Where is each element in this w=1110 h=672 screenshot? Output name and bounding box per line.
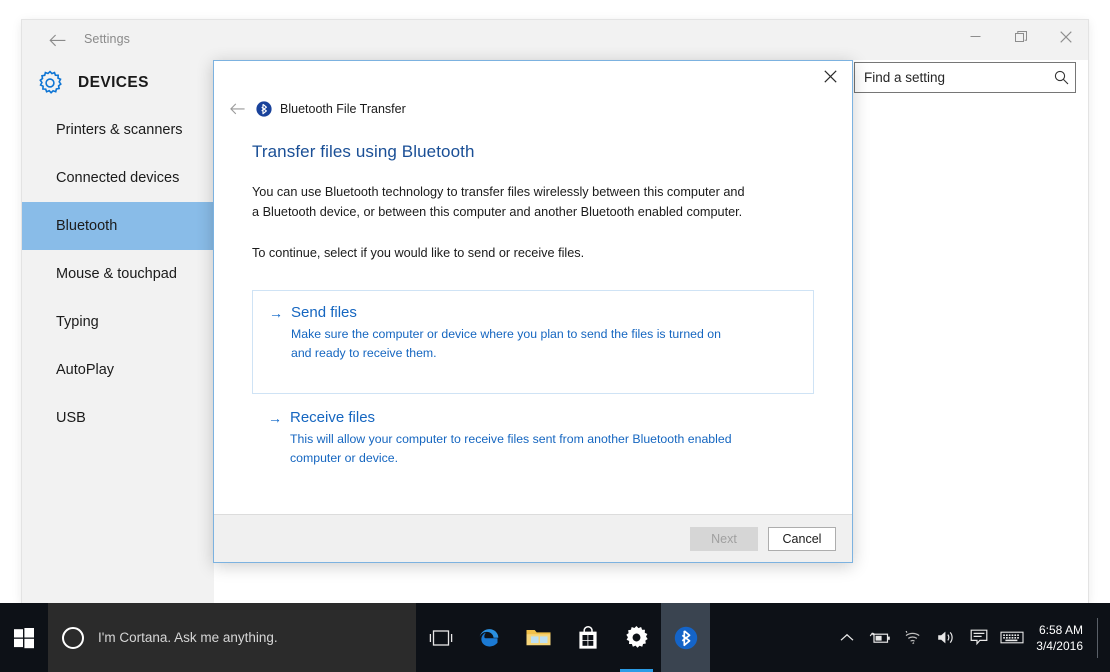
close-button[interactable] [1043, 20, 1088, 53]
dialog-back-arrow-icon[interactable] [230, 103, 256, 115]
search-setting-input[interactable]: Find a setting [854, 62, 1076, 93]
page-title: DEVICES [78, 74, 149, 91]
minimize-button[interactable] [953, 20, 998, 53]
dialog-titlebar [214, 61, 852, 94]
send-files-option[interactable]: → Send files Make sure the computer or d… [252, 290, 814, 395]
battery-icon[interactable] [863, 630, 896, 646]
sidebar-item-label: AutoPlay [56, 362, 115, 378]
sidebar-item-autoplay[interactable]: AutoPlay [22, 346, 214, 394]
show-desktop-button[interactable] [1097, 617, 1102, 658]
volume-icon[interactable] [929, 629, 962, 646]
settings-title: Settings [84, 32, 130, 46]
bluetooth-icon [256, 101, 272, 117]
gear-icon [22, 70, 78, 96]
bluetooth-file-transfer-dialog: Bluetooth File Transfer Transfer files u… [213, 60, 853, 563]
sidebar-item-label: USB [56, 410, 86, 426]
settings-sidebar: Printers & scanners Connected devices Bl… [22, 106, 214, 603]
dialog-heading: Transfer files using Bluetooth [252, 142, 475, 161]
taskbar-clock[interactable]: 6:58 AM 3/4/2016 [1028, 622, 1097, 654]
settings-icon[interactable] [612, 603, 661, 672]
dialog-paragraph-1: You can use Bluetooth technology to tran… [252, 185, 745, 219]
keyboard-icon[interactable] [995, 630, 1028, 645]
system-tray: 6:58 AM 3/4/2016 [830, 603, 1110, 672]
search-icon[interactable] [1047, 70, 1075, 85]
window-controls [953, 20, 1088, 53]
sidebar-item-typing[interactable]: Typing [22, 298, 214, 346]
sidebar-item-label: Typing [56, 314, 99, 330]
store-icon[interactable] [563, 603, 612, 672]
transfer-choice-list: → Send files Make sure the computer or d… [252, 290, 814, 479]
show-hidden-icons-chevron[interactable] [830, 633, 863, 643]
dialog-breadcrumb: Bluetooth File Transfer [214, 94, 852, 124]
edge-icon[interactable] [465, 603, 514, 672]
send-files-description: Make sure the computer or device where y… [291, 327, 721, 360]
dialog-footer: Next Cancel [214, 514, 852, 562]
receive-files-description: This will allow your computer to receive… [290, 432, 732, 465]
dialog-close-icon[interactable] [808, 61, 852, 92]
sidebar-item-connected-devices[interactable]: Connected devices [22, 154, 214, 202]
screen: Settings DEVICES Find a setting Printers… [0, 0, 1110, 672]
maximize-restore-button[interactable] [998, 20, 1043, 53]
sidebar-item-bluetooth[interactable]: Bluetooth [22, 202, 214, 250]
cortana-circle-icon [62, 626, 84, 649]
next-button[interactable]: Next [690, 526, 758, 551]
search-input-value: Find a setting [864, 70, 946, 85]
sidebar-item-label: Printers & scanners [56, 122, 183, 138]
start-button[interactable] [0, 603, 48, 672]
dialog-breadcrumb-label: Bluetooth File Transfer [280, 102, 406, 116]
cortana-search-box[interactable]: I'm Cortana. Ask me anything. [48, 603, 416, 672]
send-files-text: Send files Make sure the computer or dev… [291, 303, 799, 381]
wifi-icon[interactable] [896, 630, 929, 646]
settings-back-button[interactable] [34, 20, 80, 60]
task-view-icon[interactable] [416, 603, 465, 672]
settings-titlebar: Settings [22, 20, 1088, 60]
devices-page-header: DEVICES [22, 60, 214, 106]
send-files-title: Send files [291, 304, 357, 322]
sidebar-item-label: Mouse & touchpad [56, 266, 177, 282]
dialog-body: Transfer files using Bluetooth You can u… [214, 124, 852, 514]
clock-date: 3/4/2016 [1036, 638, 1083, 653]
clock-time: 6:58 AM [1038, 622, 1083, 637]
sidebar-item-label: Connected devices [56, 170, 180, 186]
sidebar-item-usb[interactable]: USB [22, 394, 214, 442]
file-explorer-icon[interactable] [514, 603, 563, 672]
taskbar-app-icons [416, 603, 710, 672]
sidebar-item-printers-scanners[interactable]: Printers & scanners [22, 106, 214, 154]
dialog-paragraph-2: To continue, select if you would like to… [252, 246, 585, 261]
bluetooth-icon[interactable] [661, 603, 710, 672]
arrow-right-icon: → [269, 305, 283, 322]
receive-files-text: Receive files This will allow your compu… [290, 408, 800, 467]
action-center-icon[interactable] [962, 629, 995, 646]
sidebar-item-mouse-touchpad[interactable]: Mouse & touchpad [22, 250, 214, 298]
cortana-placeholder: I'm Cortana. Ask me anything. [98, 630, 278, 645]
arrow-right-icon: → [268, 410, 282, 427]
taskbar: I'm Cortana. Ask me anything. 6:58 AM 3/… [0, 603, 1110, 672]
sidebar-item-label: Bluetooth [56, 218, 118, 234]
receive-files-title: Receive files [290, 409, 376, 427]
cancel-button[interactable]: Cancel [768, 526, 836, 551]
receive-files-option[interactable]: → Receive files This will allow your com… [252, 394, 814, 479]
